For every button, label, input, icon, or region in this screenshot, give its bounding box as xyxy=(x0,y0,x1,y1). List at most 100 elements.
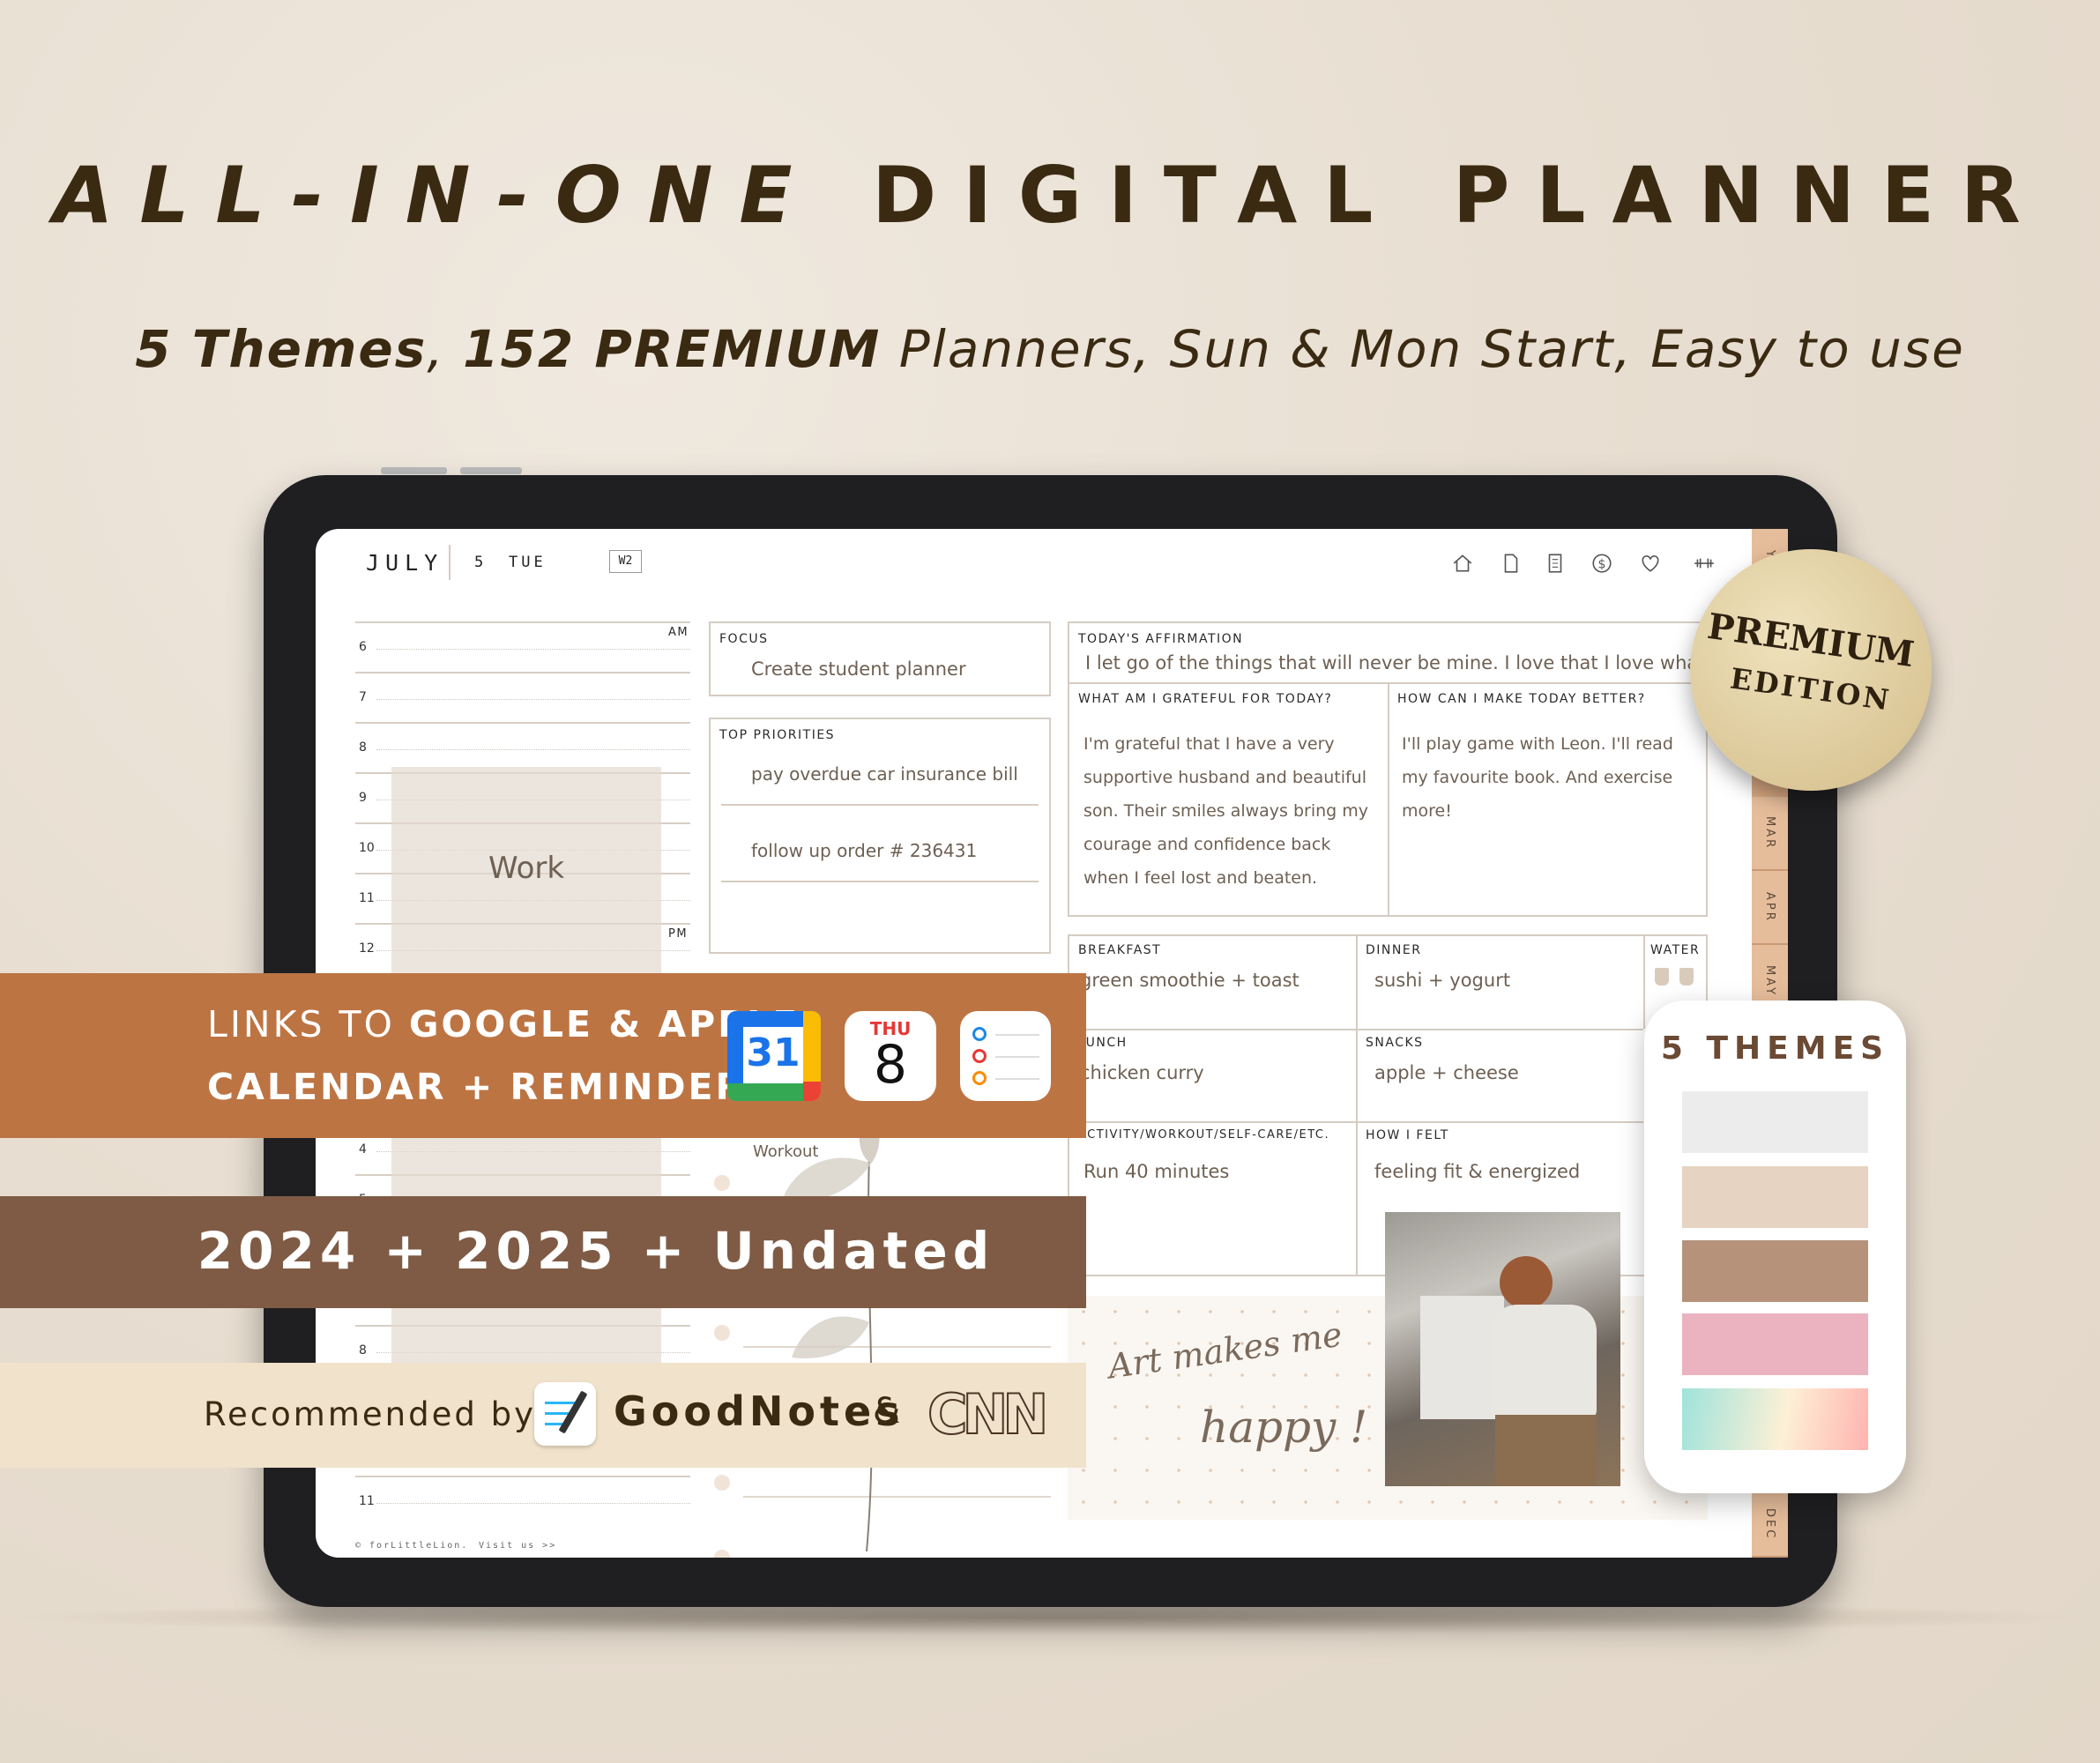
snacks-value[interactable]: apple + cheese xyxy=(1374,1062,1519,1083)
reflection-panel: TODAY'S AFFIRMATION I let go of the thin… xyxy=(1068,621,1708,917)
checkbox[interactable] xyxy=(714,1550,730,1558)
subtitle: 5 Themes, 152 PREMIUM Planners, Sun & Mo… xyxy=(135,319,1965,379)
quote-line-1: Art makes me xyxy=(1106,1314,1345,1387)
better-value[interactable]: I'll play game with Leon. I'll read my f… xyxy=(1402,727,1693,828)
checkbox[interactable] xyxy=(714,1325,730,1341)
lunch-value[interactable]: chicken curry xyxy=(1080,1062,1204,1083)
years-text: 2024 + 2025 + Undated xyxy=(197,1221,995,1281)
dotted-line xyxy=(376,1503,690,1504)
artist-photo xyxy=(1385,1212,1620,1486)
day-number: 5 xyxy=(474,554,484,571)
am-label: AM xyxy=(668,626,689,639)
water-cup-icon[interactable] xyxy=(1655,968,1669,986)
divider xyxy=(1388,682,1389,915)
file-icon[interactable] xyxy=(1500,552,1523,575)
month-label[interactable]: JULY xyxy=(366,550,443,576)
priority-item: follow up order # 236431 xyxy=(751,840,978,861)
hour-row[interactable]: 11 xyxy=(355,1476,690,1526)
apple-reminders-icon xyxy=(960,1011,1051,1101)
grateful-label: WHAT AM I GRATEFUL FOR TODAY? xyxy=(1078,692,1333,706)
theme-swatch-pink[interactable] xyxy=(1682,1313,1868,1375)
tab-mar[interactable]: MAR xyxy=(1752,797,1788,871)
cnn-logo: CNN xyxy=(927,1381,1049,1447)
years-band: 2024 + 2025 + Undated xyxy=(0,1196,1086,1308)
affirmation-value[interactable]: I let go of the things that will never b… xyxy=(1085,652,1702,673)
hour-label: 11 xyxy=(359,1494,375,1508)
divider xyxy=(1069,1121,1643,1123)
apple-calendar-icon: THU 8 xyxy=(845,1011,936,1101)
event-title: Work xyxy=(488,851,565,886)
felt-value[interactable]: feeling fit & energized xyxy=(1374,1161,1580,1182)
tab-dec[interactable]: DEC xyxy=(1752,1493,1788,1558)
water-cup-icon[interactable] xyxy=(1679,968,1694,986)
dotted-line xyxy=(376,699,690,700)
checklist-item: Workout xyxy=(753,1142,819,1161)
felt-label: HOW I FELT xyxy=(1366,1128,1449,1142)
checkbox[interactable] xyxy=(714,1175,730,1191)
divider xyxy=(1643,936,1645,1029)
heart-icon[interactable] xyxy=(1639,552,1662,575)
checkbox[interactable] xyxy=(714,1475,730,1491)
hour-label: 6 xyxy=(359,640,367,654)
themes-card: 5 THEMES xyxy=(1644,1001,1906,1493)
activity-value[interactable]: Run 40 minutes xyxy=(1084,1161,1229,1182)
dinner-label: DINNER xyxy=(1366,943,1422,957)
focus-label: FOCUS xyxy=(719,632,769,646)
priorities-label: TOP PRIORITIES xyxy=(719,728,836,742)
home-icon[interactable] xyxy=(1451,552,1474,575)
water-label: WATER xyxy=(1650,943,1701,957)
hour-label: 7 xyxy=(359,690,367,704)
theme-swatch-brown[interactable] xyxy=(1682,1240,1868,1302)
calendar-links-band: LINKS TO GOOGLE & APPLE CALENDAR + REMIN… xyxy=(0,973,1086,1138)
hour-label: 10 xyxy=(359,841,375,855)
hour-row[interactable]: 6 xyxy=(355,621,690,672)
week-link[interactable]: W2 xyxy=(609,550,642,573)
hour-label: 12 xyxy=(359,941,375,956)
hour-label: 4 xyxy=(359,1142,367,1157)
divider xyxy=(1356,936,1358,1275)
footer-visit-link[interactable]: Visit us >> xyxy=(479,1541,556,1551)
recommended-label: Recommended by xyxy=(204,1395,536,1433)
theme-swatch-grey[interactable] xyxy=(1682,1091,1868,1153)
goodnotes-name: GoodNotes xyxy=(614,1387,905,1435)
focus-box[interactable]: FOCUS Create student planner xyxy=(709,621,1051,696)
hour-label: 8 xyxy=(359,1343,367,1358)
premium-edition-badge: PREMIUM EDITION xyxy=(1690,549,1932,791)
divider xyxy=(1069,1029,1643,1030)
dollar-icon[interactable]: $ xyxy=(1590,552,1613,575)
focus-value: Create student planner xyxy=(751,658,966,680)
goodnotes-icon xyxy=(534,1382,596,1446)
page-title: ALL-IN-ONE DIGITAL PLANNER xyxy=(53,150,2047,241)
tablet-button xyxy=(381,467,447,474)
dumbbell-icon[interactable] xyxy=(1693,552,1716,575)
tablet-button xyxy=(460,467,522,474)
photo-person-apron xyxy=(1495,1415,1597,1486)
better-label: HOW CAN I MAKE TODAY BETTER? xyxy=(1397,692,1646,706)
affirmation-label: TODAY'S AFFIRMATION xyxy=(1078,632,1244,646)
theme-swatch-beige[interactable] xyxy=(1682,1166,1868,1228)
hour-label: 8 xyxy=(359,740,367,755)
photo-person-hair xyxy=(1500,1256,1553,1309)
dotted-line xyxy=(376,649,690,650)
links-line-2: CALENDAR + REMINDERS xyxy=(207,1066,775,1108)
dinner-value[interactable]: sushi + yogurt xyxy=(1374,970,1510,991)
hour-label: 9 xyxy=(359,791,367,805)
tab-apr[interactable]: APR xyxy=(1752,871,1788,945)
hour-row[interactable]: 8 xyxy=(355,722,690,772)
activity-label: ACTIVITY/WORKOUT/SELF-CARE/ETC. xyxy=(1078,1128,1330,1142)
breakfast-value[interactable]: green smoothie + toast xyxy=(1080,970,1299,991)
hour-row[interactable]: 7 xyxy=(355,672,690,722)
divider xyxy=(721,804,1039,806)
theme-swatch-gradient[interactable] xyxy=(1682,1388,1868,1450)
priorities-box[interactable]: TOP PRIORITIES pay overdue car insurance… xyxy=(709,718,1051,954)
ampersand: & xyxy=(873,1391,901,1432)
leaf-illustration xyxy=(783,1110,964,1551)
footer-brand[interactable]: © forLittleLion. xyxy=(355,1541,468,1551)
divider xyxy=(449,545,451,580)
links-line-1: LINKS TO GOOGLE & APPLE xyxy=(207,1003,801,1045)
divider xyxy=(721,881,1039,882)
list-icon[interactable] xyxy=(1544,552,1567,575)
photo-person-shirt xyxy=(1491,1305,1597,1419)
grateful-value[interactable]: I'm grateful that I have a very supporti… xyxy=(1084,727,1374,895)
quote-line-2: happy ! xyxy=(1200,1402,1368,1453)
